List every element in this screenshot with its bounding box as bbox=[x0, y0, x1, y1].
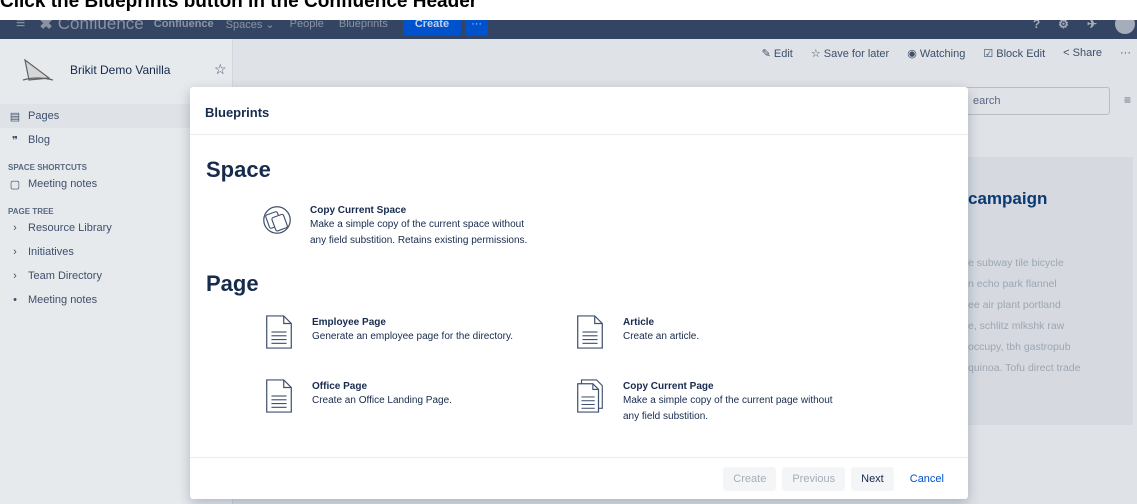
blueprint-title: Copy Current Space bbox=[310, 205, 407, 216]
document-icon bbox=[266, 379, 292, 413]
blueprints-dialog: Blueprints Space Copy Current Space Make… bbox=[190, 87, 968, 499]
blueprint-desc: Create an article. bbox=[623, 331, 700, 342]
blueprint-title: Office Page bbox=[312, 381, 368, 392]
next-button[interactable]: Next bbox=[851, 466, 894, 491]
copy-page-icon bbox=[577, 379, 603, 413]
blueprint-office-page[interactable]: Office Page Create an Office Landing Pag… bbox=[264, 379, 452, 413]
blueprint-employee-page[interactable]: Employee Page Generate an employee page … bbox=[264, 315, 513, 349]
blueprint-desc: Create an Office Landing Page. bbox=[312, 395, 452, 406]
dialog-footer: Create Previous Next Cancel bbox=[190, 457, 968, 499]
instruction-text: Click the Blueprints button in the Confl… bbox=[0, 0, 478, 12]
blueprint-desc: Make a simple copy of the current space … bbox=[310, 219, 524, 230]
blueprint-desc: Generate an employee page for the direct… bbox=[312, 331, 514, 342]
blueprint-desc: any field substition. bbox=[623, 411, 709, 422]
blueprint-copy-current-space[interactable]: Copy Current Space Make a simple copy of… bbox=[262, 203, 527, 248]
document-icon bbox=[577, 315, 603, 349]
previous-button[interactable]: Previous bbox=[782, 466, 846, 491]
space-section-title: Space bbox=[206, 157, 271, 182]
blueprint-title: Article bbox=[623, 317, 655, 328]
blueprint-title: Employee Page bbox=[312, 317, 386, 328]
blueprint-article[interactable]: Article Create an article. bbox=[575, 315, 699, 349]
blueprint-copy-current-page[interactable]: Copy Current Page Make a simple copy of … bbox=[575, 379, 833, 424]
blueprint-desc: any field substition. Retains existing p… bbox=[310, 235, 528, 246]
instruction-caption: Click the Blueprints button in the Confl… bbox=[0, 0, 1137, 20]
document-icon bbox=[266, 315, 292, 349]
dialog-title: Blueprints bbox=[190, 87, 968, 135]
copy-space-icon bbox=[263, 206, 291, 234]
cancel-button[interactable]: Cancel bbox=[900, 467, 954, 491]
blueprint-title: Copy Current Page bbox=[623, 381, 714, 392]
create-button[interactable]: Create bbox=[723, 466, 777, 491]
page-section-title: Page bbox=[206, 271, 259, 296]
blueprint-desc: Make a simple copy of the current page w… bbox=[623, 395, 833, 406]
